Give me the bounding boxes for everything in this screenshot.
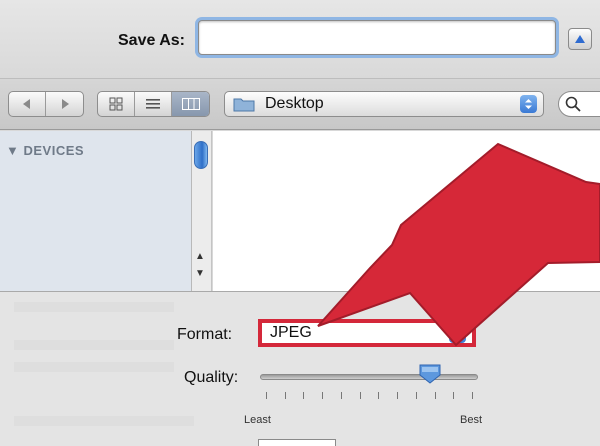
slider-tick: [453, 392, 455, 399]
save-as-bar: Save As:: [0, 0, 600, 78]
search-field[interactable]: [558, 91, 600, 117]
format-label: Format:: [177, 326, 233, 343]
folder-icon: [233, 98, 255, 112]
slider-tick: [284, 392, 286, 399]
options-panel: Format: JPEG Quality: Least Best: [0, 291, 600, 446]
column-view-icon: [181, 98, 200, 110]
scroll-down-arrow-icon[interactable]: ▼: [195, 268, 205, 279]
slider-tick: [472, 392, 473, 399]
scroll-up-arrow-icon[interactable]: ▲: [195, 251, 205, 262]
slider-tick: [397, 392, 399, 399]
icon-view-icon: [109, 97, 123, 111]
navigation-buttons: [8, 91, 84, 117]
location-stepper: [520, 95, 537, 113]
partial-control[interactable]: [258, 439, 336, 446]
quality-slider-knob[interactable]: [418, 364, 442, 384]
faded-text-line: [14, 416, 194, 426]
location-label: Desktop: [265, 95, 324, 112]
slider-tick: [303, 392, 305, 399]
quality-max-label: Best: [460, 414, 483, 426]
slider-tick: [378, 392, 380, 399]
slider-tick: [415, 392, 417, 399]
list-view-icon: [146, 99, 161, 109]
view-mode-buttons: [97, 91, 210, 117]
quality-label: Quality:: [184, 369, 239, 386]
back-arrow-icon: [23, 99, 30, 109]
column-view-button[interactable]: [172, 92, 209, 116]
expand-dialog-button[interactable]: [568, 28, 592, 50]
format-value: JPEG: [270, 324, 312, 341]
scroll-thumb[interactable]: [194, 141, 208, 169]
file-list[interactable]: [213, 131, 600, 291]
quality-slider-track[interactable]: [260, 374, 478, 380]
updown-chevron-icon: [454, 329, 461, 339]
forward-button[interactable]: [46, 92, 83, 116]
disclosure-triangle-icon[interactable]: ▼: [6, 143, 19, 158]
format-popup[interactable]: JPEG: [258, 319, 476, 347]
list-view-button[interactable]: [135, 92, 173, 116]
slider-tick: [434, 392, 436, 399]
quality-ticks: [266, 392, 473, 400]
devices-label: DEVICES: [23, 143, 85, 158]
faded-text-line: [14, 302, 174, 312]
expand-arrow-up-icon: [575, 35, 585, 43]
faded-text-line: [14, 362, 174, 372]
slider-tick: [340, 392, 342, 399]
back-button[interactable]: [9, 92, 47, 116]
updown-chevron-icon: [525, 99, 532, 109]
slider-tick: [322, 392, 324, 399]
slider-tick: [266, 392, 267, 399]
format-stepper: [449, 325, 466, 343]
quality-min-label: Least: [244, 414, 271, 426]
sidebar-section-devices[interactable]: ▼ DEVICES: [6, 143, 84, 158]
icon-view-button[interactable]: [98, 92, 136, 116]
search-icon: [565, 96, 581, 112]
sidebar: ▼ DEVICES: [0, 131, 192, 291]
save-as-label: Save As:: [118, 32, 185, 49]
forward-arrow-icon: [61, 99, 69, 109]
save-as-input[interactable]: [198, 20, 556, 55]
sidebar-scrollbar[interactable]: ▲ ▼: [192, 131, 212, 291]
faded-text-line: [14, 340, 174, 350]
location-popup[interactable]: Desktop: [224, 91, 544, 117]
slider-tick: [359, 392, 361, 399]
